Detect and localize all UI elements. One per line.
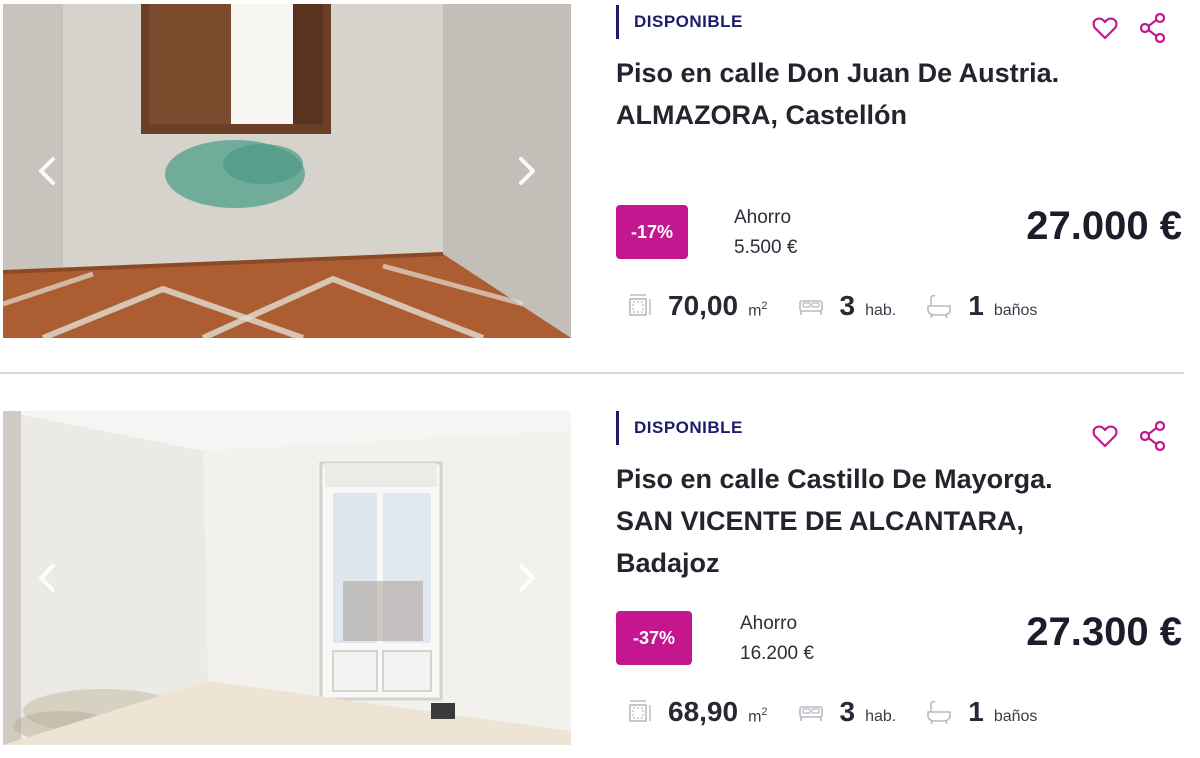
title-line: Badajoz — [616, 548, 720, 578]
bathtub-icon — [927, 294, 952, 319]
area-icon — [629, 294, 651, 316]
share-icon[interactable] — [1136, 419, 1170, 453]
chevron-right-icon[interactable] — [513, 151, 541, 191]
bathtub-icon — [927, 700, 952, 725]
title-line: SAN VICENTE DE ALCANTARA, — [616, 506, 1025, 536]
features-row: 70,00 m2 3 hab. 1 baños — [626, 290, 1067, 322]
listing-actions — [1088, 419, 1170, 453]
area-unit-base: m — [748, 708, 762, 725]
chevron-left-icon[interactable] — [33, 558, 61, 598]
area-unit-base: m — [748, 302, 762, 319]
room-photo-image — [3, 4, 571, 338]
divider — [0, 372, 1184, 374]
area-unit-sup: 2 — [761, 705, 768, 718]
listing-title[interactable]: Piso en calle Castillo De Mayorga. SAN V… — [616, 458, 1176, 584]
rooms-unit: hab. — [865, 302, 897, 319]
listing-photo[interactable] — [3, 411, 571, 745]
area-unit: m2 — [748, 300, 767, 320]
savings-label: Ahorro — [734, 207, 792, 228]
savings-value: 16.200 € — [740, 643, 814, 664]
baths-unit: baños — [993, 708, 1038, 725]
chevron-right-icon[interactable] — [513, 558, 541, 598]
baths-value: 1 — [968, 696, 984, 727]
bed-icon — [798, 706, 823, 721]
bed-icon — [798, 300, 823, 315]
area-unit-sup: 2 — [761, 299, 768, 312]
listing-photo[interactable] — [3, 4, 571, 338]
area-icon — [629, 700, 651, 722]
listing-card[interactable]: DISPONIBLE Piso en calle Don Juan De Aus… — [0, 0, 1200, 372]
savings-label: Ahorro — [740, 613, 798, 634]
price: 27.300 € — [1026, 610, 1182, 654]
feature-rooms: 3 hab. — [798, 290, 897, 322]
baths-unit: baños — [993, 302, 1038, 319]
heart-outline-icon[interactable] — [1088, 419, 1122, 453]
feature-baths: 1 baños — [926, 696, 1037, 728]
rooms-unit: hab. — [865, 708, 897, 725]
heart-outline-icon[interactable] — [1088, 11, 1122, 45]
title-line: Piso en calle Castillo De Mayorga. — [616, 464, 1053, 494]
discount-badge: -37% — [616, 611, 692, 665]
savings-block: Ahorro 16.200 € — [740, 609, 814, 669]
share-icon[interactable] — [1136, 11, 1170, 45]
title-line: ALMAZORA, Castellón — [616, 100, 908, 130]
area-value: 68,90 — [668, 696, 739, 727]
listing-actions — [1088, 11, 1170, 45]
area-value: 70,00 — [668, 290, 739, 321]
rooms-value: 3 — [839, 290, 856, 321]
feature-rooms: 3 hab. — [798, 696, 897, 728]
features-row: 68,90 m2 3 hab. 1 baños — [626, 696, 1067, 728]
baths-value: 1 — [968, 290, 984, 321]
status-badge: DISPONIBLE — [616, 411, 743, 445]
rooms-value: 3 — [839, 696, 856, 727]
price: 27.000 € — [1026, 204, 1182, 248]
listing-card[interactable]: DISPONIBLE Piso en calle Castillo De May… — [0, 376, 1200, 758]
savings-value: 5.500 € — [734, 237, 798, 258]
feature-baths: 1 baños — [926, 290, 1037, 322]
listing-title[interactable]: Piso en calle Don Juan De Austria. ALMAZ… — [616, 52, 1176, 136]
title-line: Piso en calle Don Juan De Austria. — [616, 58, 1060, 88]
room-photo-image — [3, 411, 571, 745]
area-unit: m2 — [748, 706, 767, 726]
savings-block: Ahorro 5.500 € — [734, 203, 797, 263]
discount-badge: -17% — [616, 205, 688, 259]
feature-area: 70,00 m2 — [626, 290, 768, 322]
chevron-left-icon[interactable] — [33, 151, 61, 191]
feature-area: 68,90 m2 — [626, 696, 768, 728]
status-badge: DISPONIBLE — [616, 5, 743, 39]
